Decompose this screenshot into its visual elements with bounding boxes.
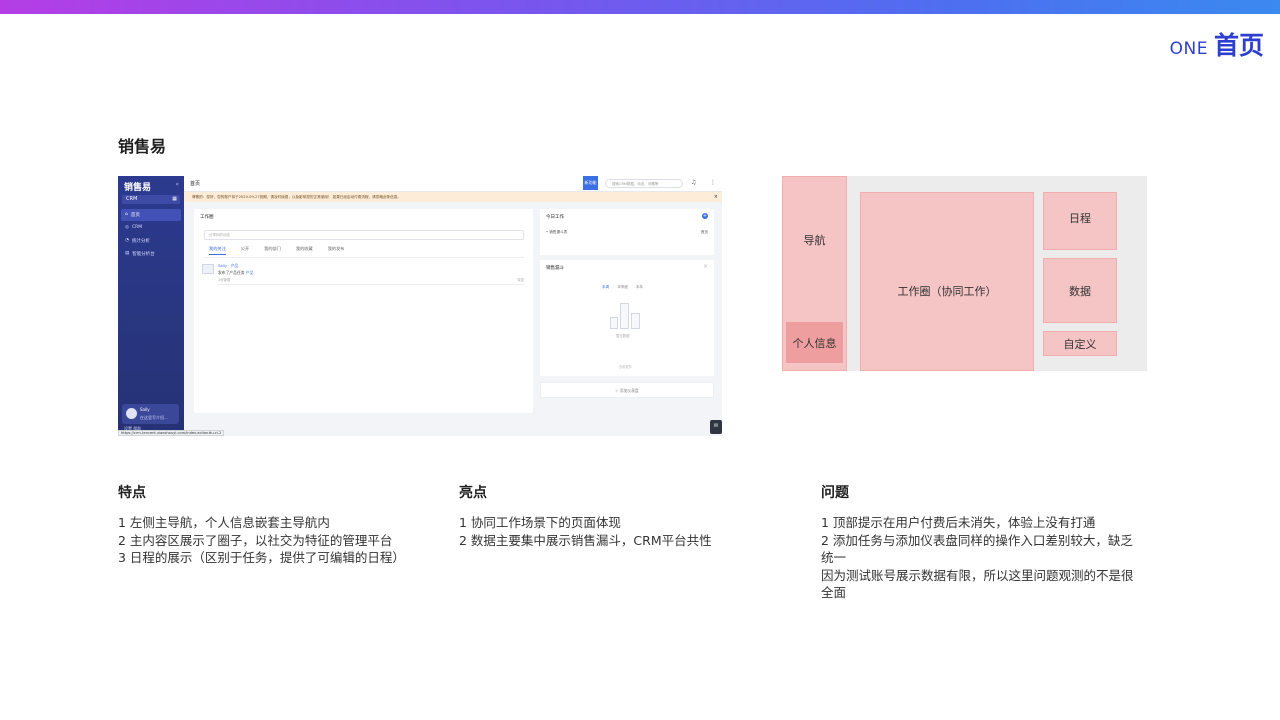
feature-line: 3 日程的展示（区别于任务，提供了可编辑的日程） [118, 550, 405, 565]
funnel-title: 销售漏斗 [546, 266, 564, 271]
app-screenshot: 销售易 « CRM ▦ ⌂ 首页 ◎ CRM ◔ 统计分析 ▤ 智能分析台 Sally … [118, 176, 722, 436]
post-link[interactable]: 产品 [246, 270, 254, 275]
post-divider [218, 284, 524, 285]
pie-icon: ◔ [125, 238, 129, 243]
wire-data: 数据 [1043, 258, 1117, 323]
post-input[interactable]: 分享你的动态 [204, 230, 524, 240]
issue-line: 1 顶部提示在用户付费后未消失，体验上没有打通 [821, 515, 1096, 530]
comment-link[interactable]: 评论 [517, 277, 524, 282]
brand-title: 首页 [1213, 31, 1264, 60]
work-circle-title: 工作圈 [200, 215, 214, 220]
features-title: 特点 [118, 485, 146, 501]
brand-header: ONE 首页 [1170, 26, 1264, 62]
tab-year[interactable]: 本年 [636, 285, 643, 290]
tab-quarter[interactable]: 本季度 [617, 285, 628, 290]
add-task-icon[interactable]: + [702, 213, 708, 219]
chat-icon[interactable]: ✉ [710, 420, 722, 434]
wire-schedule: 日程 [1043, 192, 1117, 250]
sidebar-item-label: 首页 [130, 213, 140, 218]
grid-icon[interactable]: ▦ [172, 196, 177, 202]
user-desc: 在这里写介绍... [140, 415, 168, 420]
post-avatar [202, 264, 214, 274]
crm-icon: ◎ [125, 225, 129, 230]
highlight-line: 2 数据主要集中展示销售漏斗，CRM平台共性 [459, 532, 712, 548]
sidebar-item-home[interactable]: ⌂ 首页 [121, 209, 181, 221]
bell-icon[interactable]: ♫ [691, 179, 696, 186]
app-logo: 销售易 [124, 183, 152, 193]
funnel-tabs: 本周 本季度 本年 [602, 285, 643, 290]
highlight-line: 1 协同工作场景下的页面体现 [459, 515, 621, 530]
collapse-icon[interactable]: « [175, 181, 179, 188]
wire-custom: 自定义 [1043, 331, 1117, 356]
feature-line: 2 主内容区展示了圈子，以社交为特征的管理平台 [118, 532, 393, 548]
highlights-title: 亮点 [459, 485, 487, 501]
features-column: 特点 1 左侧主导航，个人信息嵌套主导航内 2 主内容区展示了圈子，以社交为特征… [118, 482, 448, 567]
new-feature-button[interactable]: 新功能 [583, 176, 598, 190]
crm-selector-label: CRM [126, 196, 138, 202]
user-name: Sally [140, 407, 150, 412]
highlights-column: 亮点 1 协同工作场景下的页面体现 2 数据主要集中展示销售漏斗，CRM平台共性 [459, 482, 789, 549]
header-title: 首页 [190, 181, 201, 187]
issues-column: 问题 1 顶部提示在用户付费后未消失，体验上没有打通 2 添加任务与添加仪表盘同… [821, 482, 1137, 602]
sidebar: 销售易 « CRM ▦ ⌂ 首页 ◎ CRM ◔ 统计分析 ▤ 智能分析台 Sally … [118, 176, 184, 436]
sales-funnel-panel: 销售漏斗 × 本周 本季度 本年 暂无数据 查看更多 [540, 260, 714, 376]
today-work-panel: 今日工作 + • 销售漏斗表 首页 [540, 209, 714, 255]
home-icon: ⌂ [125, 212, 128, 217]
sidebar-item-smart[interactable]: ▤ 智能分析台 [121, 248, 181, 260]
post-author[interactable]: Sally · 产品 [218, 263, 238, 269]
chart-icon: ▤ [125, 251, 130, 256]
brand-prefix: ONE [1169, 39, 1208, 59]
sidebar-item-crm[interactable]: ◎ CRM [121, 222, 181, 234]
more-icon[interactable]: ⋮ [710, 179, 716, 186]
tab-department[interactable]: 我的部门 [264, 246, 281, 255]
issues-title: 问题 [821, 485, 849, 501]
gradient-top-bar [0, 0, 1280, 14]
today-item-right[interactable]: 首页 [701, 230, 708, 235]
sidebar-item-label: CRM [131, 225, 143, 230]
add-dashboard-label: 添加仪表盘 [619, 388, 639, 393]
post-text: 发布了产品任务 产品 [218, 270, 254, 275]
tab-published[interactable]: 我的发布 [328, 246, 345, 255]
sidebar-item-label: 智能分析台 [132, 252, 155, 257]
notice-bar: 尊敬的：您好，您的账户将于2020-09-27到期，请及时续费，以免影响您的正常… [184, 192, 722, 202]
tab-favorites[interactable]: 我的收藏 [296, 246, 313, 255]
sidebar-item-label: 统计分析 [131, 239, 150, 244]
search-input[interactable]: 搜索CRM数据、动态、问题等 [605, 179, 683, 188]
section-title: 销售易 [118, 137, 167, 156]
avatar [126, 408, 137, 419]
add-dashboard-icon: ⊹ [615, 388, 619, 393]
funnel-footer[interactable]: 查看更多 [619, 364, 632, 369]
tab-public[interactable]: 公开 [241, 246, 249, 255]
layout-wireframe: 导航 个人信息 工作圈（协同工作） 日程 数据 自定义 [782, 176, 1147, 371]
tab-following[interactable]: 我的关注 [209, 246, 226, 255]
post-time: 1分钟前 [218, 278, 231, 282]
wire-work-circle: 工作圈（协同工作） [860, 192, 1034, 371]
notice-text: 尊敬的：您好，您的账户将于2020-09-27到期，请及时续费，以免影响您的正常… [192, 195, 401, 199]
close-icon[interactable]: × [714, 194, 718, 200]
feed-post: Sally · 产品 发布了产品任务 产品 1分钟前 评论 [202, 262, 524, 324]
today-work-title: 今日工作 [546, 215, 564, 220]
work-circle-panel: 工作圈 分享你的动态 我的关注 公开 我的部门 我的收藏 我的发布 Sally … [194, 209, 533, 413]
today-item[interactable]: • 销售漏斗表 [546, 230, 567, 235]
wire-personal-info: 个人信息 [786, 322, 843, 363]
tabs-divider [202, 257, 524, 258]
app-header: 首页 新功能 搜索CRM数据、动态、问题等 ♫ ⋮ [184, 176, 722, 192]
add-dashboard-button[interactable]: ⊹ 添加仪表盘 [540, 382, 714, 398]
empty-text: 暂无数据 [616, 334, 630, 338]
user-card[interactable]: Sally 在这里写介绍... [122, 404, 179, 424]
close-icon[interactable]: × [703, 263, 708, 270]
work-tabs: 我的关注 公开 我的部门 我的收藏 我的发布 [209, 246, 344, 255]
crm-selector[interactable]: CRM ▦ [122, 195, 180, 204]
status-url: https://crm-tencent.xiaoshouyi.com/index… [118, 430, 225, 436]
issue-line: 因为测试账号展示数据有限，所以这里问题观测的不是很全面 [821, 567, 1134, 601]
tab-week[interactable]: 本周 [602, 285, 609, 290]
issue-line: 2 添加任务与添加仪表盘同样的操作入口差别较大，缺乏统一 [821, 532, 1133, 566]
sidebar-menu: ⌂ 首页 ◎ CRM ◔ 统计分析 ▤ 智能分析台 [121, 209, 181, 261]
feature-line: 1 左侧主导航，个人信息嵌套主导航内 [118, 515, 330, 530]
sidebar-item-stats[interactable]: ◔ 统计分析 [121, 235, 181, 247]
empty-chart-icon [608, 299, 642, 329]
